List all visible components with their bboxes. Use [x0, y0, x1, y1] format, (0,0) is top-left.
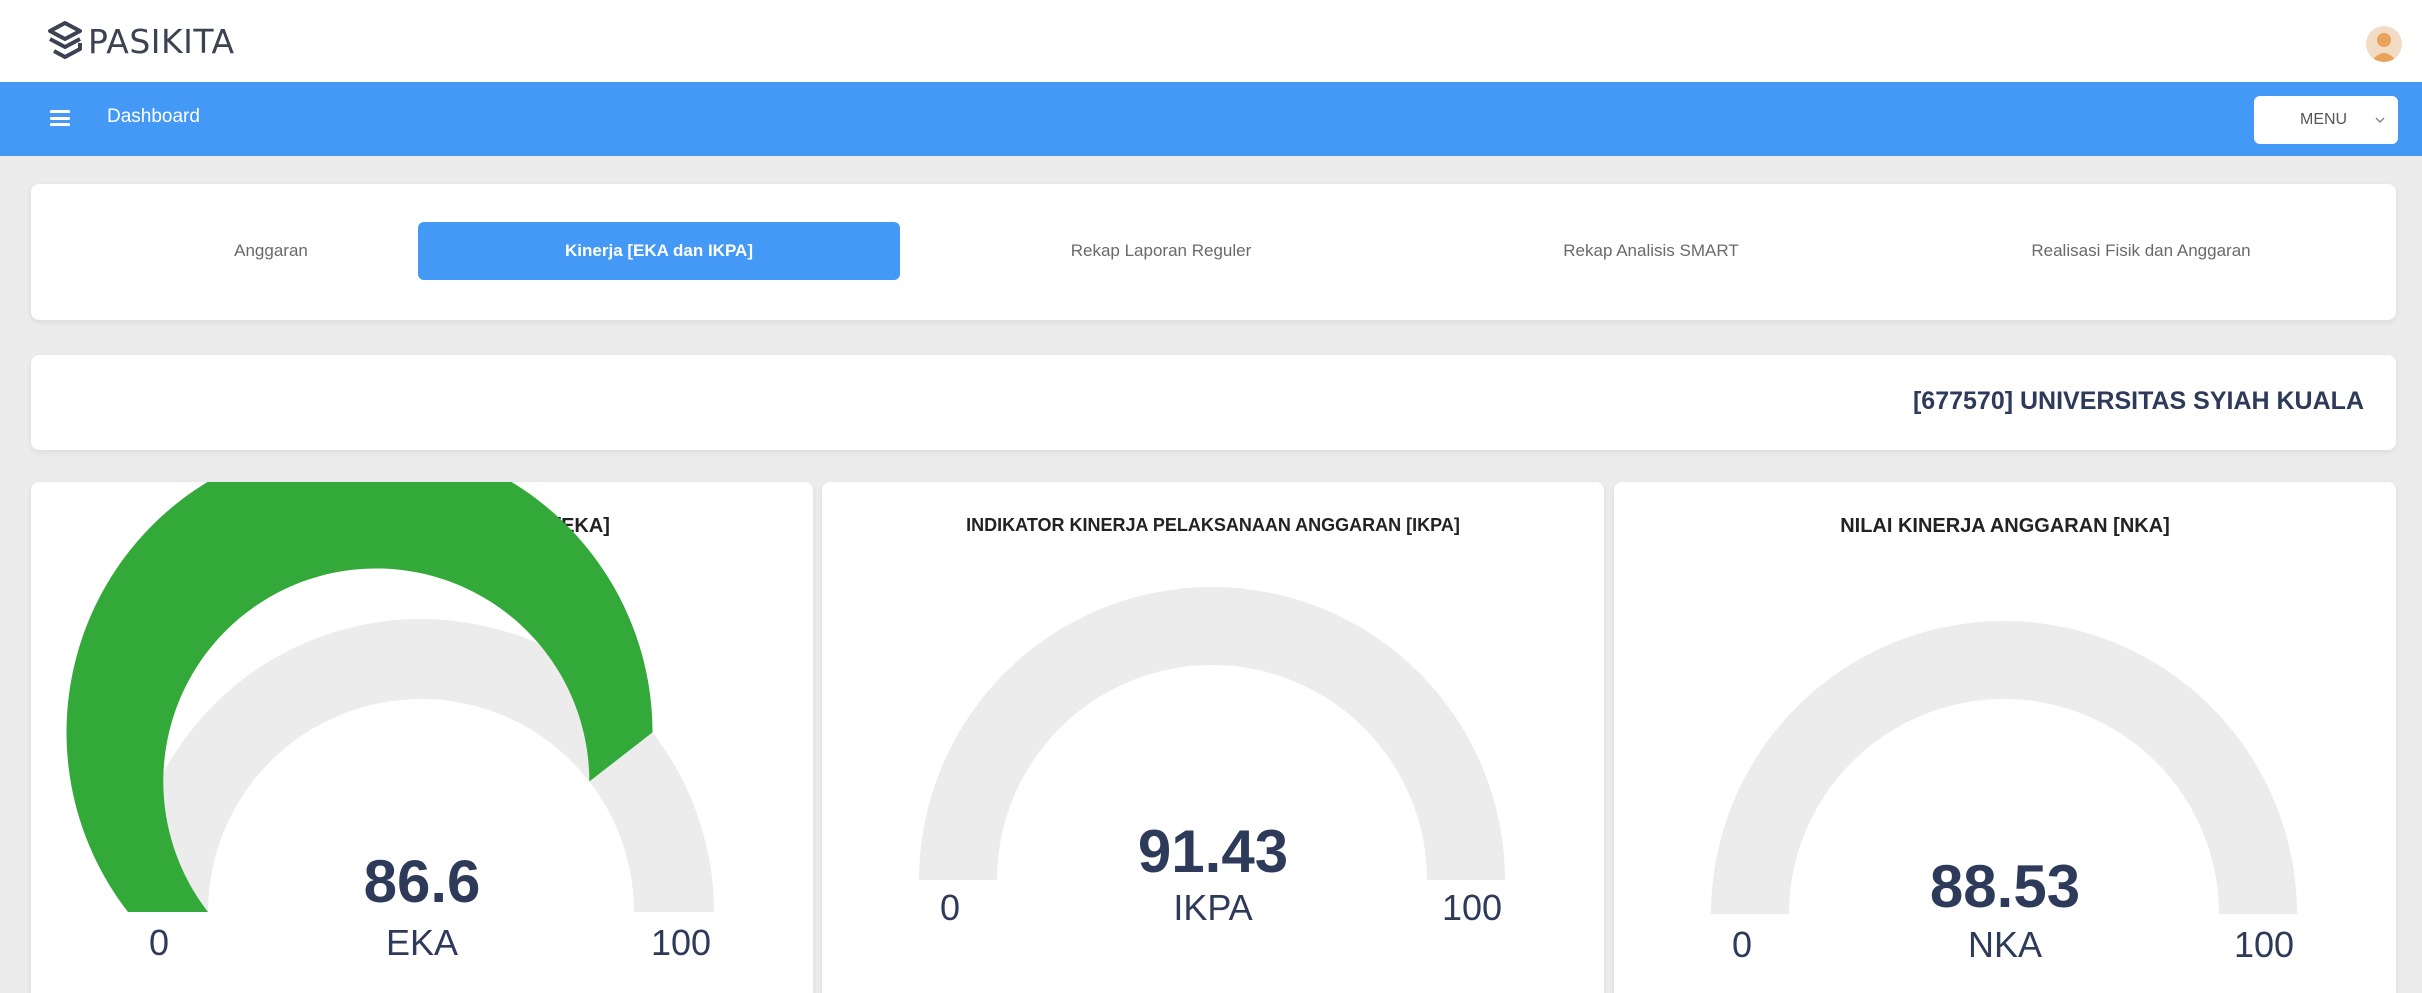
gauge-max: 100: [1442, 887, 1503, 928]
gauge-min: 0: [149, 922, 170, 963]
gauge-value: 88.53: [1929, 853, 2081, 920]
nav-bar: Dashboard MENU: [0, 82, 2422, 156]
menu-dropdown-button[interactable]: MENU: [2254, 96, 2398, 144]
tab-rekap-analisis-smart[interactable]: Rekap Analisis SMART: [1421, 222, 1881, 280]
eka-gauge: [66, 482, 714, 912]
gauge-value: 91.43: [1137, 818, 1289, 885]
gauge-min: 0: [1732, 924, 1753, 965]
top-header: PASIKITA: [0, 0, 2422, 82]
tab-kinerja[interactable]: Kinerja [EKA dan IKPA]: [418, 222, 900, 280]
user-avatar[interactable]: [2366, 26, 2402, 62]
tab-bar: Anggaran Kinerja [EKA dan IKPA] Rekap La…: [31, 184, 2396, 320]
gauge-value: 86.6: [363, 848, 481, 915]
app-logo[interactable]: PASIKITA: [44, 18, 235, 64]
nav-title[interactable]: Dashboard: [107, 106, 200, 128]
menu-label: MENU: [2300, 111, 2348, 128]
user-icon: [2371, 33, 2397, 62]
unit-card: [677570] UNIVERSITAS SYIAH KUALA: [31, 355, 2396, 450]
ikpa-gauge-card: INDIKATOR KINERJA PELAKSANAAN ANGGARAN […: [822, 482, 1604, 993]
chevron-down-icon: [2375, 117, 2385, 124]
tab-rekap-laporan-reguler[interactable]: Rekap Laporan Reguler: [931, 222, 1391, 280]
app-name: PASIKITA: [88, 21, 235, 61]
tab-anggaran[interactable]: Anggaran: [91, 222, 451, 280]
logo-icon: [48, 21, 82, 59]
eka-gauge-card: EVALUASI KINERJA ANGGARAN [EKA] 86.6 EKA…: [31, 482, 813, 993]
tab-realisasi-fisik-anggaran[interactable]: Realisasi Fisik dan Anggaran: [1911, 222, 2371, 280]
unit-name: [677570] UNIVERSITAS SYIAH KUALA: [1912, 387, 2364, 415]
hamburger-menu-icon[interactable]: [50, 110, 70, 126]
nka-gauge-card: NILAI KINERJA ANGGARAN [NKA] 88.53 NKA 0…: [1614, 482, 2396, 993]
gauge-max: 100: [651, 922, 712, 963]
gauge-max: 100: [2234, 924, 2295, 965]
gauge-min: 0: [940, 887, 961, 928]
